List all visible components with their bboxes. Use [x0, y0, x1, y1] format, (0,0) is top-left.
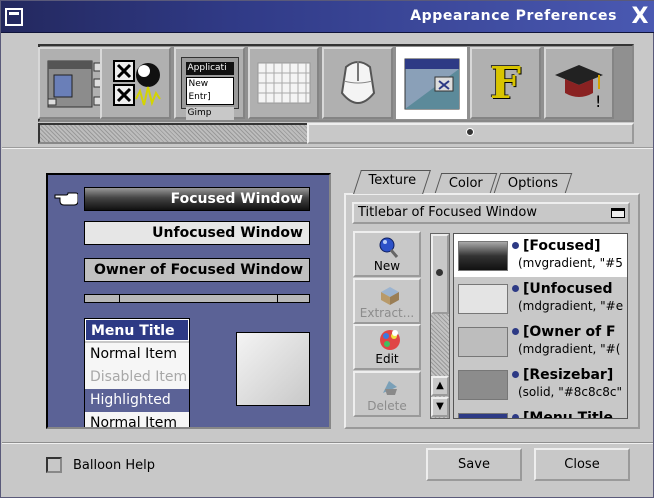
delete-texture-icon — [383, 381, 397, 395]
workspace-settings-icon — [112, 60, 161, 107]
unfocused-titlebar-preview[interactable]: Unfocused Window — [84, 221, 310, 245]
close-window-button[interactable]: X — [629, 6, 651, 28]
expert-icon: ! — [555, 65, 603, 111]
title-bar[interactable]: Appearance Preferences X — [1, 1, 654, 33]
tab-options[interactable]: Options — [493, 173, 573, 193]
menu-item-normal-preview-2[interactable]: Normal Item — [85, 412, 189, 427]
new-texture-icon — [379, 237, 399, 258]
texture-list: [Focused] (mvgradient, "#5 [Unfocused (m… — [453, 233, 628, 419]
menu-item-disabled-preview[interactable]: Disabled Item — [85, 366, 189, 389]
scroll-down-button[interactable]: ▼ — [431, 397, 449, 417]
window-menu-button[interactable] — [5, 8, 23, 26]
appearance-settings-button[interactable] — [396, 47, 467, 119]
expert-settings-button[interactable]: ! — [544, 47, 614, 119]
svg-text:!: ! — [595, 92, 601, 111]
workspace-settings-button[interactable] — [100, 47, 171, 119]
menu-preview: Menu Title Normal Item Disabled Item Hig… — [84, 318, 190, 427]
texture-list-item[interactable]: [Owner of F (mdgradient, "#( — [454, 320, 627, 363]
appearance-icon — [404, 58, 459, 110]
window-settings-button[interactable] — [38, 47, 109, 119]
focused-titlebar-preview[interactable]: Focused Window — [84, 187, 310, 211]
arrow-down-icon: ▼ — [436, 401, 444, 412]
font-settings-button[interactable]: F — [470, 47, 541, 119]
menu-item-normal-preview[interactable]: Normal Item — [85, 343, 189, 366]
resizebar-preview[interactable] — [84, 294, 310, 303]
new-texture-button[interactable]: New — [353, 231, 421, 277]
mouse-icon — [340, 61, 375, 104]
owner-titlebar-preview[interactable]: Owner of Focused Window — [84, 258, 310, 282]
footer-divider — [2, 442, 653, 444]
menu-settings-button[interactable]: Applicati New Entr] Gimp — [174, 47, 245, 120]
tab-color[interactable]: Color — [434, 173, 498, 193]
texture-list-item[interactable]: [Resizebar] (solid, "#8c8c8c" — [454, 363, 627, 406]
close-button[interactable]: Close — [534, 448, 630, 481]
texture-target-select[interactable]: Titlebar of Focused Window — [352, 202, 630, 224]
texture-thumbnail — [458, 370, 508, 400]
keyboard-icon — [257, 62, 310, 104]
balloon-help-label[interactable]: Balloon Help — [73, 458, 155, 473]
texture-list-item[interactable]: [Focused] (mvgradient, "#5 — [454, 234, 627, 277]
texture-thumbnail — [458, 241, 508, 271]
mouse-settings-button[interactable] — [322, 47, 393, 119]
window-settings-icon — [47, 60, 102, 108]
delete-texture-button[interactable]: Delete — [353, 371, 421, 417]
balloon-help-checkbox[interactable] — [46, 457, 62, 473]
edit-texture-button[interactable]: Edit — [353, 324, 421, 370]
extract-texture-button[interactable]: Extract... — [353, 278, 421, 324]
texture-thumbnail — [458, 327, 508, 357]
scroll-thumb-grip — [436, 269, 443, 276]
menu-title-preview[interactable]: Menu Title — [85, 319, 189, 341]
extract-texture-icon — [381, 287, 399, 305]
window-title: Appearance Preferences — [410, 8, 617, 24]
appearance-preferences-window: Appearance Preferences X Applicati New E… — [0, 0, 654, 498]
font-icon: F — [489, 57, 522, 109]
texture-thumbnail — [458, 413, 508, 418]
tab-texture[interactable]: Texture — [353, 170, 431, 194]
texture-thumbnail — [458, 284, 508, 314]
pointer-hand-icon — [54, 192, 78, 206]
scroll-up-button[interactable]: ▲ — [431, 376, 449, 396]
texture-target-value: Titlebar of Focused Window — [358, 205, 537, 220]
menu-item-highlighted-preview[interactable]: Highlighted — [85, 389, 189, 412]
texture-list-item[interactable]: [Unfocused (mdgradient, "#e — [454, 277, 627, 320]
section-icon-strip: Applicati New Entr] Gimp F ! — [38, 44, 634, 122]
arrow-up-icon: ▲ — [436, 380, 444, 391]
save-button[interactable]: Save — [426, 448, 522, 481]
icon-background-preview[interactable] — [236, 332, 310, 406]
menu-settings-icon: Applicati New Entr] Gimp — [180, 57, 239, 120]
texture-list-item[interactable]: [Menu Title — [454, 406, 627, 418]
palette-icon — [380, 330, 400, 350]
dropdown-icon — [611, 208, 625, 218]
appearance-preview: Focused Window Unfocused Window Owner of… — [46, 173, 331, 429]
scroll-thumb-grip — [466, 128, 474, 136]
keyboard-settings-button[interactable] — [248, 47, 319, 119]
